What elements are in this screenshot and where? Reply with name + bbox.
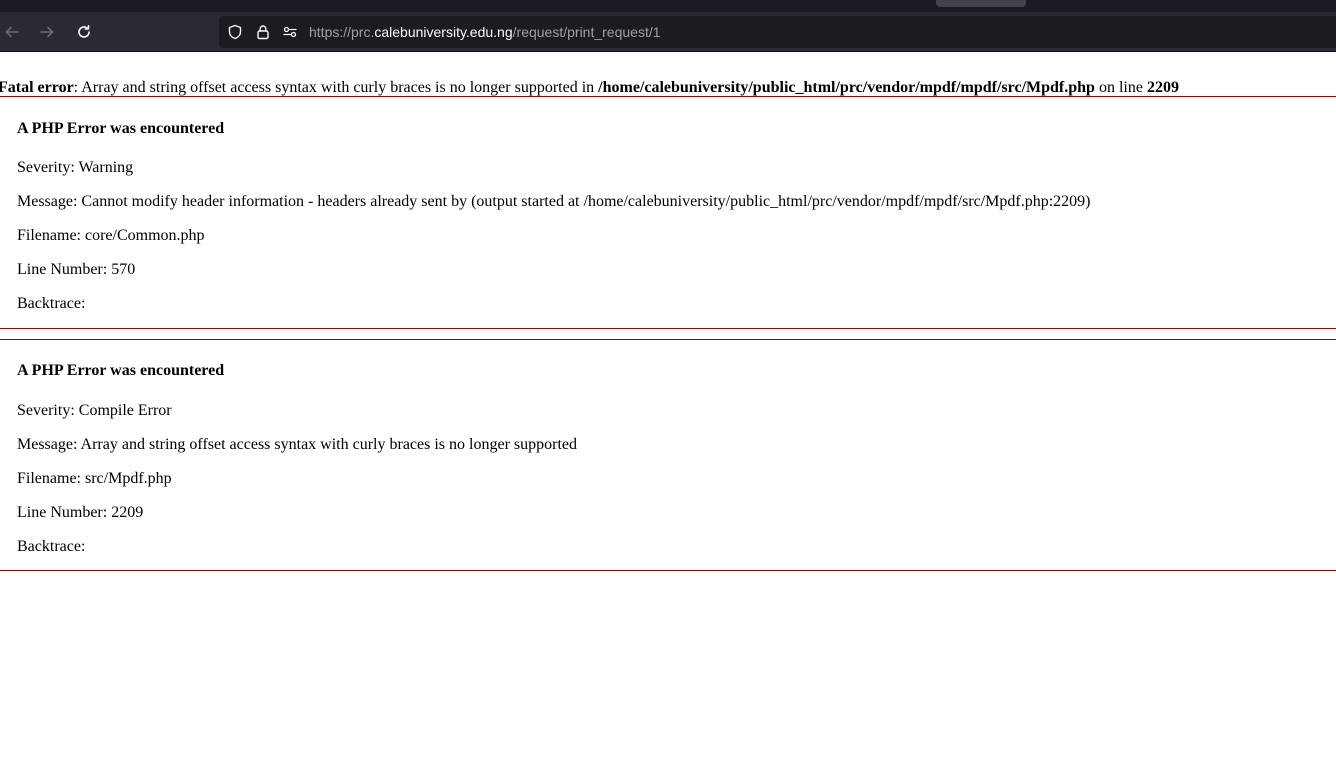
tracking-protection-button[interactable] xyxy=(227,24,243,40)
php-error-box: A PHP Error was encountered Severity: Wa… xyxy=(0,96,1336,329)
url-text[interactable]: https://prc.calebuniversity.edu.ng/reque… xyxy=(309,16,661,48)
error-line-number: Line Number: 570 xyxy=(17,261,136,278)
php-error-box: A PHP Error was encountered Severity: Co… xyxy=(0,339,1336,571)
error-message: Message: Cannot modify header informatio… xyxy=(17,193,1091,210)
fatal-message: : Array and string offset access syntax … xyxy=(73,79,599,96)
page-content: Fatal error: Array and string offset acc… xyxy=(0,53,1336,782)
fatal-file: /home/calebuniversity/public_html/prc/ve… xyxy=(598,79,1095,96)
permissions-icon xyxy=(283,26,297,38)
forward-arrow-icon xyxy=(40,26,54,38)
back-button[interactable] xyxy=(0,20,24,44)
error-line-number: Line Number: 2209 xyxy=(17,504,144,521)
lock-icon xyxy=(257,25,269,40)
fatal-on-line: on line xyxy=(1094,79,1147,96)
url-prefix: https://prc. xyxy=(309,24,375,40)
reload-icon xyxy=(78,25,90,38)
error-filename: Filename: core/Common.php xyxy=(17,227,205,244)
active-tab[interactable] xyxy=(936,0,1026,7)
error-heading: A PHP Error was encountered xyxy=(17,120,225,137)
error-message: Message: Array and string offset access … xyxy=(17,436,578,453)
reload-button[interactable] xyxy=(72,20,96,44)
forward-button[interactable] xyxy=(35,20,59,44)
url-bar[interactable]: https://prc.calebuniversity.edu.ng/reque… xyxy=(219,16,1336,48)
tab-strip xyxy=(0,0,1336,12)
back-arrow-icon xyxy=(5,26,19,38)
error-backtrace: Backtrace: xyxy=(17,295,86,312)
error-heading: A PHP Error was encountered xyxy=(17,362,225,379)
site-security-button[interactable] xyxy=(255,24,271,40)
error-severity: Severity: Compile Error xyxy=(17,402,172,419)
fatal-label: Fatal error xyxy=(0,79,74,96)
navigation-toolbar: https://prc.calebuniversity.edu.ng/reque… xyxy=(0,12,1336,52)
fatal-line-number: 2209 xyxy=(1146,79,1179,96)
url-path: /request/print_request/1 xyxy=(512,24,661,40)
error-backtrace: Backtrace: xyxy=(17,538,86,555)
permissions-button[interactable] xyxy=(282,24,298,40)
error-severity: Severity: Warning xyxy=(17,159,134,176)
error-filename: Filename: src/Mpdf.php xyxy=(17,470,172,487)
tracking-shield-icon xyxy=(228,24,242,40)
fatal-error-line: Fatal error: Array and string offset acc… xyxy=(0,78,1179,98)
url-host: calebuniversity.edu.ng xyxy=(374,24,513,40)
